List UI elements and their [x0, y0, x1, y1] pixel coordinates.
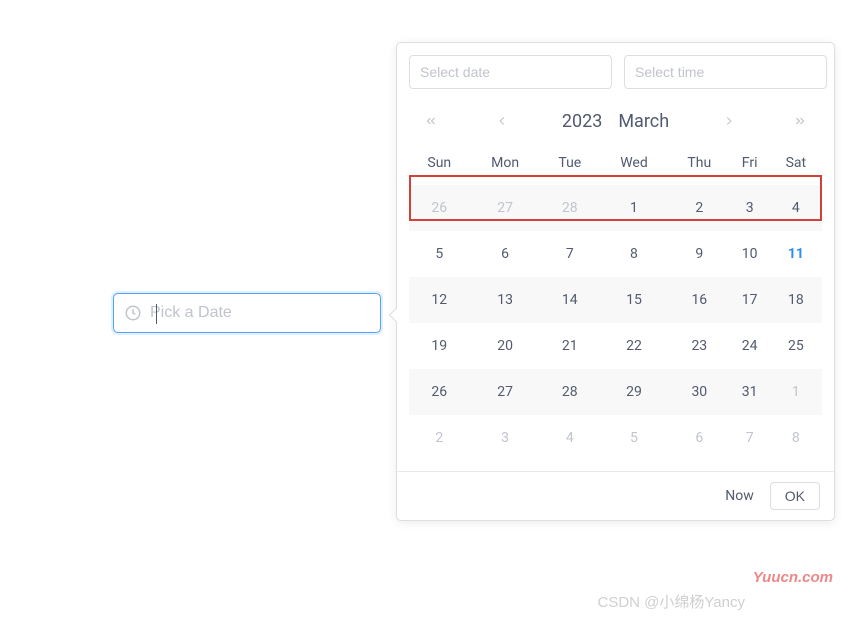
next-month-button[interactable] [717, 109, 741, 133]
calendar-day-cell[interactable]: 24 [730, 323, 770, 369]
weekday-header: Sat [770, 145, 822, 185]
weekday-header: Mon [470, 145, 541, 185]
calendar-day-cell[interactable]: 18 [770, 277, 822, 323]
calendar-week-row[interactable]: 19202122232425 [409, 323, 822, 369]
calendar-day-cell[interactable]: 15 [599, 277, 669, 323]
calendar-day-cell[interactable]: 2 [669, 185, 730, 231]
select-time-input[interactable] [624, 55, 827, 89]
date-picker-input[interactable] [150, 304, 370, 322]
calendar-day-cell[interactable]: 28 [541, 369, 599, 415]
calendar-day-cell[interactable]: 30 [669, 369, 730, 415]
weekday-header: Tue [541, 145, 599, 185]
weekday-header: Fri [730, 145, 770, 185]
calendar-day-cell[interactable]: 14 [541, 277, 599, 323]
calendar-day-cell[interactable]: 28 [541, 185, 599, 231]
year-label[interactable]: 2023 [562, 111, 602, 132]
weekday-header: Thu [669, 145, 730, 185]
calendar-day-cell[interactable]: 13 [470, 277, 541, 323]
calendar-day-cell[interactable]: 22 [599, 323, 669, 369]
calendar-day-cell[interactable]: 8 [770, 415, 822, 461]
next-year-button[interactable] [788, 109, 812, 133]
popup-footer: Now OK [397, 471, 834, 520]
calendar-day-cell[interactable]: 27 [470, 185, 541, 231]
select-date-input[interactable] [409, 55, 612, 89]
calendar-day-cell[interactable]: 6 [470, 231, 541, 277]
calendar-day-cell[interactable]: 17 [730, 277, 770, 323]
watermark-site: Yuucn.com [753, 569, 833, 586]
date-picker-popup: 2023 March Sun Mon Tue Wed Thu Fri Sat [396, 42, 835, 521]
calendar-week-row[interactable]: 2345678 [409, 415, 822, 461]
weekday-header: Sun [409, 145, 470, 185]
calendar-day-cell[interactable]: 7 [541, 231, 599, 277]
calendar-day-cell[interactable]: 12 [409, 277, 470, 323]
calendar-week-row[interactable]: 2627282930311 [409, 369, 822, 415]
calendar-day-cell[interactable]: 3 [470, 415, 541, 461]
calendar-day-cell[interactable]: 26 [409, 185, 470, 231]
calendar-day-cell[interactable]: 9 [669, 231, 730, 277]
weekday-header: Wed [599, 145, 669, 185]
calendar-day-cell[interactable]: 10 [730, 231, 770, 277]
month-label[interactable]: March [618, 111, 669, 132]
calendar-week-row[interactable]: 567891011 [409, 231, 822, 277]
date-picker-input-wrapper[interactable] [113, 293, 381, 333]
popup-header [397, 43, 834, 101]
ok-button[interactable]: OK [770, 482, 820, 510]
calendar-day-cell[interactable]: 19 [409, 323, 470, 369]
calendar-day-cell[interactable]: 2 [409, 415, 470, 461]
calendar-day-cell[interactable]: 1 [599, 185, 669, 231]
prev-year-button[interactable] [419, 109, 443, 133]
calendar-day-cell[interactable]: 27 [470, 369, 541, 415]
calendar-day-cell[interactable]: 8 [599, 231, 669, 277]
calendar-day-cell[interactable]: 21 [541, 323, 599, 369]
calendar-day-cell[interactable]: 20 [470, 323, 541, 369]
calendar-day-cell[interactable]: 16 [669, 277, 730, 323]
calendar-day-cell[interactable]: 5 [409, 231, 470, 277]
calendar-day-cell[interactable]: 26 [409, 369, 470, 415]
clock-icon [124, 304, 142, 322]
weekday-header-row: Sun Mon Tue Wed Thu Fri Sat [409, 145, 822, 185]
calendar-day-cell[interactable]: 25 [770, 323, 822, 369]
calendar-day-cell[interactable]: 4 [770, 185, 822, 231]
now-button[interactable]: Now [725, 488, 754, 504]
calendar-day-cell[interactable]: 4 [541, 415, 599, 461]
calendar-day-cell[interactable]: 29 [599, 369, 669, 415]
calendar-grid: Sun Mon Tue Wed Thu Fri Sat 262728123456… [397, 145, 834, 471]
calendar-nav: 2023 March [397, 101, 834, 145]
calendar-day-cell[interactable]: 1 [770, 369, 822, 415]
text-cursor [156, 304, 157, 324]
calendar-day-cell[interactable]: 5 [599, 415, 669, 461]
calendar-title: 2023 March [562, 111, 669, 132]
watermark-author: CSDN @小绵杨Yancy [598, 591, 745, 612]
calendar-day-cell[interactable]: 23 [669, 323, 730, 369]
prev-month-button[interactable] [490, 109, 514, 133]
calendar-day-cell[interactable]: 31 [730, 369, 770, 415]
calendar-day-cell[interactable]: 11 [770, 231, 822, 277]
calendar-day-cell[interactable]: 6 [669, 415, 730, 461]
calendar-day-cell[interactable]: 7 [730, 415, 770, 461]
calendar-week-row[interactable]: 2627281234 [409, 185, 822, 231]
calendar-day-cell[interactable]: 3 [730, 185, 770, 231]
calendar-week-row[interactable]: 12131415161718 [409, 277, 822, 323]
